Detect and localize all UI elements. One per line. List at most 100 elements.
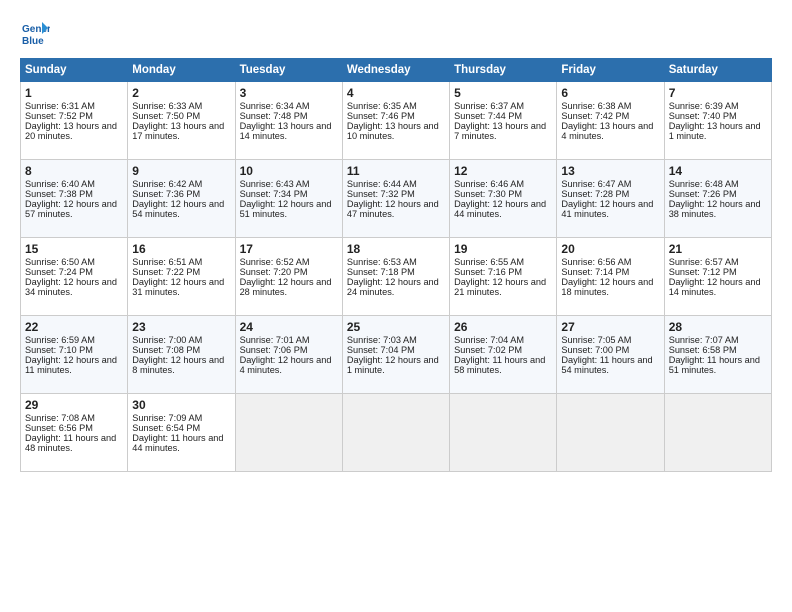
day-number: 27 (561, 320, 659, 334)
day-number: 17 (240, 242, 338, 256)
day-cell: 7Sunrise: 6:39 AMSunset: 7:40 PMDaylight… (664, 82, 771, 160)
sunset: Sunset: 7:40 PM (669, 111, 737, 121)
day-number: 9 (132, 164, 230, 178)
daylight: Daylight: 12 hours and 57 minutes. (25, 199, 117, 219)
daylight: Daylight: 12 hours and 24 minutes. (347, 277, 439, 297)
logo-icon: General Blue (20, 18, 50, 48)
sunrise: Sunrise: 6:40 AM (25, 179, 95, 189)
daylight: Daylight: 11 hours and 54 minutes. (561, 355, 652, 375)
daylight: Daylight: 13 hours and 1 minute. (669, 121, 761, 141)
day-number: 1 (25, 86, 123, 100)
sunrise: Sunrise: 7:08 AM (25, 413, 95, 423)
sunrise: Sunrise: 6:59 AM (25, 335, 95, 345)
day-cell: 1Sunrise: 6:31 AMSunset: 7:52 PMDaylight… (21, 82, 128, 160)
day-cell (557, 394, 664, 472)
day-cell: 8Sunrise: 6:40 AMSunset: 7:38 PMDaylight… (21, 160, 128, 238)
day-cell: 17Sunrise: 6:52 AMSunset: 7:20 PMDayligh… (235, 238, 342, 316)
day-cell (664, 394, 771, 472)
col-header-tuesday: Tuesday (235, 59, 342, 82)
daylight: Daylight: 12 hours and 51 minutes. (240, 199, 332, 219)
day-number: 11 (347, 164, 445, 178)
day-cell (342, 394, 449, 472)
sunrise: Sunrise: 6:37 AM (454, 101, 524, 111)
day-cell: 2Sunrise: 6:33 AMSunset: 7:50 PMDaylight… (128, 82, 235, 160)
day-cell: 18Sunrise: 6:53 AMSunset: 7:18 PMDayligh… (342, 238, 449, 316)
day-number: 22 (25, 320, 123, 334)
sunset: Sunset: 7:42 PM (561, 111, 629, 121)
day-number: 10 (240, 164, 338, 178)
sunrise: Sunrise: 7:09 AM (132, 413, 202, 423)
daylight: Daylight: 12 hours and 38 minutes. (669, 199, 761, 219)
sunrise: Sunrise: 6:51 AM (132, 257, 202, 267)
day-cell: 4Sunrise: 6:35 AMSunset: 7:46 PMDaylight… (342, 82, 449, 160)
col-header-sunday: Sunday (21, 59, 128, 82)
sunset: Sunset: 7:50 PM (132, 111, 200, 121)
sunrise: Sunrise: 6:35 AM (347, 101, 417, 111)
sunset: Sunset: 7:24 PM (25, 267, 93, 277)
daylight: Daylight: 12 hours and 47 minutes. (347, 199, 439, 219)
daylight: Daylight: 13 hours and 14 minutes. (240, 121, 332, 141)
day-cell (235, 394, 342, 472)
daylight: Daylight: 12 hours and 54 minutes. (132, 199, 224, 219)
day-cell: 30Sunrise: 7:09 AMSunset: 6:54 PMDayligh… (128, 394, 235, 472)
day-number: 20 (561, 242, 659, 256)
day-cell: 26Sunrise: 7:04 AMSunset: 7:02 PMDayligh… (450, 316, 557, 394)
sunset: Sunset: 7:10 PM (25, 345, 93, 355)
day-number: 14 (669, 164, 767, 178)
day-cell: 11Sunrise: 6:44 AMSunset: 7:32 PMDayligh… (342, 160, 449, 238)
day-number: 23 (132, 320, 230, 334)
sunrise: Sunrise: 6:55 AM (454, 257, 524, 267)
day-cell: 6Sunrise: 6:38 AMSunset: 7:42 PMDaylight… (557, 82, 664, 160)
sunrise: Sunrise: 6:39 AM (669, 101, 739, 111)
sunrise: Sunrise: 7:01 AM (240, 335, 310, 345)
daylight: Daylight: 12 hours and 8 minutes. (132, 355, 224, 375)
daylight: Daylight: 12 hours and 18 minutes. (561, 277, 653, 297)
day-cell: 22Sunrise: 6:59 AMSunset: 7:10 PMDayligh… (21, 316, 128, 394)
day-number: 19 (454, 242, 552, 256)
sunset: Sunset: 7:44 PM (454, 111, 522, 121)
daylight: Daylight: 12 hours and 34 minutes. (25, 277, 117, 297)
day-cell: 25Sunrise: 7:03 AMSunset: 7:04 PMDayligh… (342, 316, 449, 394)
daylight: Daylight: 13 hours and 20 minutes. (25, 121, 117, 141)
sunset: Sunset: 7:32 PM (347, 189, 415, 199)
daylight: Daylight: 11 hours and 48 minutes. (25, 433, 116, 453)
col-header-friday: Friday (557, 59, 664, 82)
header-row: SundayMondayTuesdayWednesdayThursdayFrid… (21, 59, 772, 82)
week-row-2: 8Sunrise: 6:40 AMSunset: 7:38 PMDaylight… (21, 160, 772, 238)
week-row-4: 22Sunrise: 6:59 AMSunset: 7:10 PM Dayligh… (21, 316, 772, 394)
sunset: Sunset: 7:52 PM (25, 111, 93, 121)
week-row-1: 1Sunrise: 6:31 AMSunset: 7:52 PMDaylight… (21, 82, 772, 160)
day-number: 18 (347, 242, 445, 256)
sunset: Sunset: 7:46 PM (347, 111, 415, 121)
daylight: Daylight: 12 hours and 4 minutes. (240, 355, 332, 375)
sunset: Sunset: 7:26 PM (669, 189, 737, 199)
day-cell: 28Sunrise: 7:07 AMSunset: 6:58 PMDayligh… (664, 316, 771, 394)
sunset: Sunset: 7:48 PM (240, 111, 308, 121)
day-number: 13 (561, 164, 659, 178)
daylight: Daylight: 11 hours and 58 minutes. (454, 355, 545, 375)
sunset: Sunset: 7:16 PM (454, 267, 522, 277)
sunset: Sunset: 7:28 PM (561, 189, 629, 199)
day-number: 26 (454, 320, 552, 334)
day-cell: 14Sunrise: 6:48 AMSunset: 7:26 PMDayligh… (664, 160, 771, 238)
sunrise: Sunrise: 6:48 AM (669, 179, 739, 189)
col-header-saturday: Saturday (664, 59, 771, 82)
daylight: Daylight: 12 hours and 28 minutes. (240, 277, 332, 297)
sunrise: Sunrise: 7:05 AM (561, 335, 631, 345)
day-number: 21 (669, 242, 767, 256)
week-row-5: 29Sunrise: 7:08 AMSunset: 6:56 PMDayligh… (21, 394, 772, 472)
day-number: 29 (25, 398, 123, 412)
header: General Blue (20, 18, 772, 48)
col-header-thursday: Thursday (450, 59, 557, 82)
sunrise: Sunrise: 6:43 AM (240, 179, 310, 189)
sunset: Sunset: 7:22 PM (132, 267, 200, 277)
sunset: Sunset: 7:02 PM (454, 345, 522, 355)
day-cell: 16Sunrise: 6:51 AMSunset: 7:22 PMDayligh… (128, 238, 235, 316)
day-number: 12 (454, 164, 552, 178)
day-cell: 13Sunrise: 6:47 AMSunset: 7:28 PMDayligh… (557, 160, 664, 238)
sunrise: Sunrise: 6:50 AM (25, 257, 95, 267)
sunset: Sunset: 7:34 PM (240, 189, 308, 199)
daylight: Daylight: 12 hours and 21 minutes. (454, 277, 546, 297)
day-number: 24 (240, 320, 338, 334)
week-row-3: 15Sunrise: 6:50 AMSunset: 7:24 PMDayligh… (21, 238, 772, 316)
